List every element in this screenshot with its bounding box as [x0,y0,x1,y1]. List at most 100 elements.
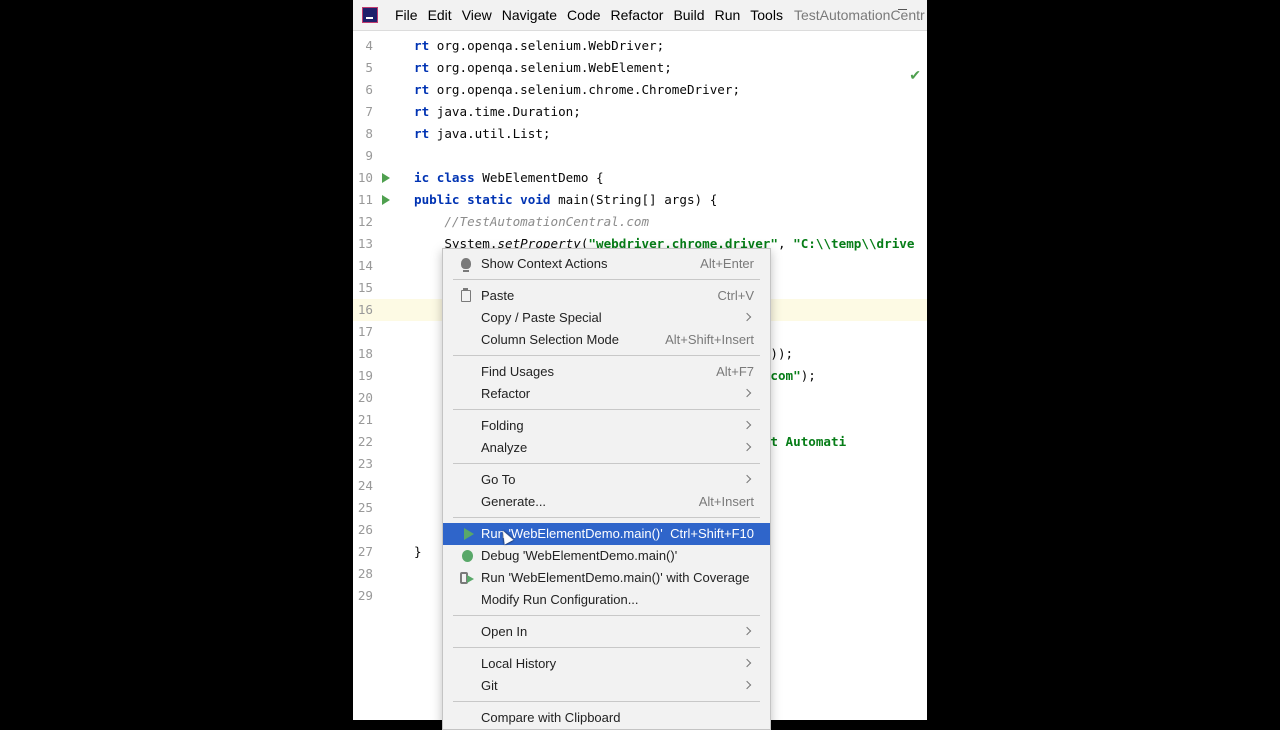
chevron-right-icon [742,388,752,398]
menu-label: Copy / Paste Special [481,310,602,325]
menu-refactor[interactable]: Refactor [443,383,770,405]
line-number: 9 [365,148,373,163]
chevron-right-icon [742,312,752,322]
menu-separator [453,279,760,280]
line-number: 18 [357,346,373,361]
menu-show-context-actions[interactable]: Show Context Actions Alt+Enter [443,253,770,275]
menu-label: Run 'WebElementDemo.main()' with Coverag… [481,570,750,585]
line-number: 21 [357,412,373,427]
line-number: 14 [357,258,373,273]
menu-label: Local History [481,656,557,671]
menu-separator [453,355,760,356]
line-number: 27 [357,544,373,559]
code-line: 4 rt org.openqa.selenium.WebDriver; [353,35,927,57]
menu-label: Paste [481,288,515,303]
code-line: 7 rt java.time.Duration; [353,101,927,123]
menu-separator [453,517,760,518]
line-number: 8 [365,126,373,141]
menu-shortcut: Alt+F7 [716,364,754,379]
menu-generate[interactable]: Generate... Alt+Insert [443,491,770,513]
chevron-right-icon [742,658,752,668]
menu-separator [453,647,760,648]
chevron-right-icon [742,680,752,690]
line-number: 5 [365,60,373,75]
menu-label: Refactor [481,386,531,401]
code-line: 5 rt org.openqa.selenium.WebElement; [353,57,927,79]
line-number: 28 [357,566,373,581]
line-number: 10 [357,170,373,185]
menu-analyze[interactable]: Analyze [443,437,770,459]
menu-label: Analyze [481,440,528,455]
menu-debug-main[interactable]: Debug 'WebElementDemo.main()' [443,545,770,567]
clipboard-icon [461,288,471,302]
menu-navigate[interactable]: Navigate [497,0,562,30]
menu-separator [453,701,760,702]
menu-tools[interactable]: Tools [745,0,788,30]
debug-bug-icon [462,550,473,562]
code-text: public static void main(String[] args) { [414,192,718,207]
coverage-icon [460,572,474,584]
code-text: rt org.openqa.selenium.WebElement; [414,60,672,75]
menu-run-with-coverage[interactable]: Run 'WebElementDemo.main()' with Coverag… [443,567,770,589]
line-number: 25 [357,500,373,515]
menu-column-selection-mode[interactable]: Column Selection Mode Alt+Shift+Insert [443,329,770,351]
menu-separator [453,615,760,616]
menu-label: Git [481,678,498,693]
menu-shortcut: Alt+Insert [698,494,754,509]
code-text: ic class WebElementDemo { [414,170,604,185]
menu-shortcut: Alt+Shift+Insert [665,332,754,347]
menu-code[interactable]: Code [562,0,605,30]
code-text: rt org.openqa.selenium.chrome.ChromeDriv… [414,82,741,97]
menu-build[interactable]: Build [668,0,709,30]
code-line: 8 rt java.util.List; [353,123,927,145]
menu-find-usages[interactable]: Find Usages Alt+F7 [443,361,770,383]
code-line: 10 ic class WebElementDemo { [353,167,927,189]
code-text: //TestAutomationCentral.com [444,214,650,229]
menu-git[interactable]: Git [443,675,770,697]
menu-separator [453,409,760,410]
line-number: 23 [357,456,373,471]
code-text: rt java.time.Duration; [414,104,581,119]
code-line: 6 rt org.openqa.selenium.chrome.ChromeDri… [353,79,927,101]
menu-label: Folding [481,418,524,433]
menu-run-main[interactable]: Run 'WebElementDemo.main()' Ctrl+Shift+F… [443,523,770,545]
line-number: 7 [365,104,373,119]
menu-compare-with-clipboard[interactable]: Compare with Clipboard [443,707,770,729]
menu-file[interactable]: File [390,0,423,30]
code-line: 11 public static void main(String[] args)… [353,189,927,211]
context-menu: Show Context Actions Alt+Enter Paste Ctr… [442,248,771,730]
menu-go-to[interactable]: Go To [443,469,770,491]
gutter-run-icon[interactable] [382,195,390,205]
menu-shortcut: Ctrl+V [717,288,754,303]
menu-label: Show Context Actions [481,256,608,271]
menu-run[interactable]: Run [710,0,746,30]
menu-label: Go To [481,472,516,487]
code-line: 9 [353,145,927,167]
menu-refactor[interactable]: Refactor [606,0,669,30]
menu-label: Generate... [481,494,547,509]
line-number: 12 [357,214,373,229]
line-number: 11 [357,192,373,207]
menu-open-in[interactable]: Open In [443,621,770,643]
menu-label: Find Usages [481,364,554,379]
menu-folding[interactable]: Folding [443,415,770,437]
menu-local-history[interactable]: Local History [443,653,770,675]
menu-shortcut: Alt+Enter [700,256,754,271]
chevron-right-icon [742,474,752,484]
line-number: 20 [357,390,373,405]
chevron-right-icon [742,420,752,430]
menu-label: Debug 'WebElementDemo.main()' [481,548,678,563]
code-line: 12 //TestAutomationCentral.com [353,211,927,233]
gutter-run-icon[interactable] [382,173,390,183]
menu-edit[interactable]: Edit [423,0,457,30]
menu-view[interactable]: View [457,0,497,30]
menu-bar: File Edit View Navigate Code Refactor Bu… [353,0,927,31]
line-number: 26 [357,522,373,537]
minimize-icon[interactable] [898,9,907,10]
line-number: 22 [357,434,373,449]
chevron-right-icon [742,442,752,452]
menu-paste[interactable]: Paste Ctrl+V [443,285,770,307]
menu-modify-run-configuration[interactable]: Modify Run Configuration... [443,589,770,611]
line-number: 29 [357,588,373,603]
menu-copy-paste-special[interactable]: Copy / Paste Special [443,307,770,329]
